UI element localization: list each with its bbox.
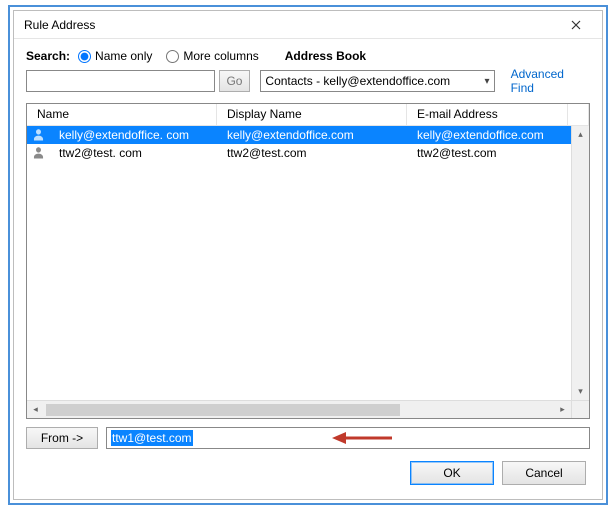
table-row[interactable]: ttw2@test. comttw2@test.comttw2@test.com <box>27 144 571 162</box>
column-header-email[interactable]: E-mail Address <box>407 104 568 125</box>
column-header-name[interactable]: Name <box>27 104 217 125</box>
cell-display: kelly@extendoffice.com <box>217 128 407 142</box>
advanced-find-link[interactable]: Advanced Find <box>499 67 590 95</box>
cancel-button[interactable]: Cancel <box>502 461 586 485</box>
radio-name-only[interactable]: Name only <box>78 49 152 63</box>
scroll-down-icon[interactable]: ▾ <box>572 383 589 400</box>
from-button[interactable]: From -> <box>26 427 98 449</box>
contact-list: Name Display Name E-mail Address kelly@e… <box>26 103 590 419</box>
address-book-label: Address Book <box>285 49 366 63</box>
scroll-right-icon[interactable]: ▸ <box>554 401 571 418</box>
search-input[interactable] <box>26 70 215 92</box>
title-bar: Rule Address <box>14 11 602 39</box>
column-header-display[interactable]: Display Name <box>217 104 407 125</box>
arrow-annotation <box>332 430 392 446</box>
horizontal-scroll-thumb[interactable] <box>46 404 400 416</box>
radio-more-columns[interactable]: More columns <box>166 49 258 63</box>
vertical-scroll-track[interactable] <box>572 143 589 383</box>
scroll-left-icon[interactable]: ◂ <box>27 401 44 418</box>
table-row[interactable]: kelly@extendoffice. comkelly@extendoffic… <box>27 126 571 144</box>
chevron-down-icon: ▾ <box>481 76 490 87</box>
cell-display: ttw2@test.com <box>217 146 407 160</box>
cell-name: kelly@extendoffice. com <box>49 128 217 142</box>
search-label: Search: <box>26 49 70 63</box>
cell-email: ttw2@test.com <box>407 146 571 160</box>
go-button[interactable]: Go <box>219 70 251 92</box>
list-header: Name Display Name E-mail Address <box>27 104 589 126</box>
from-input[interactable]: ttw1@test.com <box>106 427 590 449</box>
cell-name: ttw2@test. com <box>49 146 217 160</box>
radio-name-only-input[interactable] <box>78 50 91 63</box>
horizontal-scroll-track[interactable] <box>44 401 554 418</box>
horizontal-scrollbar[interactable]: ◂ ▸ <box>27 400 571 418</box>
cell-email: kelly@extendoffice.com <box>407 128 571 142</box>
scroll-up-icon[interactable]: ▴ <box>572 126 589 143</box>
radio-more-columns-label: More columns <box>183 49 258 63</box>
person-icon <box>27 147 49 159</box>
address-book-selected: Contacts - kelly@extendoffice.com <box>265 74 450 88</box>
radio-name-only-label: Name only <box>95 49 152 63</box>
ok-button[interactable]: OK <box>410 461 494 485</box>
close-icon <box>571 20 581 30</box>
address-book-select[interactable]: Contacts - kelly@extendoffice.com ▾ <box>260 70 494 92</box>
window-title: Rule Address <box>24 18 556 32</box>
vertical-scrollbar[interactable]: ▴ ▾ <box>571 126 589 400</box>
close-button[interactable] <box>556 13 596 37</box>
radio-more-columns-input[interactable] <box>166 50 179 63</box>
person-icon <box>27 129 49 141</box>
from-value: ttw1@test.com <box>111 430 193 446</box>
